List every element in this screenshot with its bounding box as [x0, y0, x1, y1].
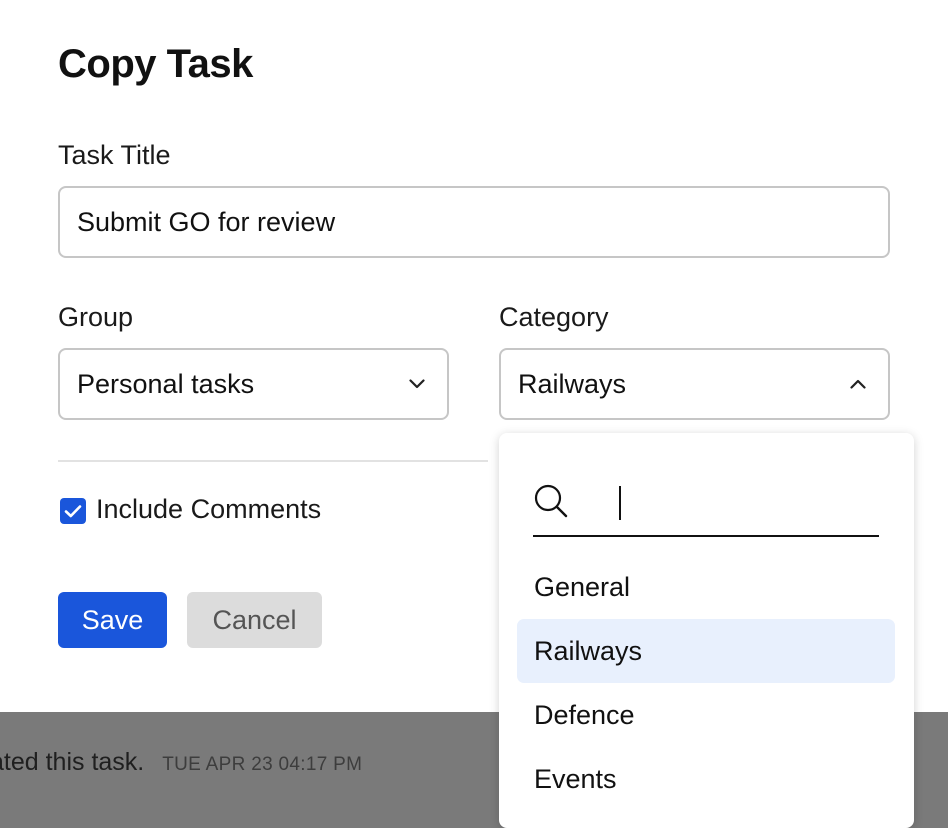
chevron-up-icon: [848, 374, 868, 394]
dropdown-item-defence[interactable]: Defence: [517, 683, 895, 747]
dropdown-item-railways[interactable]: Railways: [517, 619, 895, 683]
dropdown-item-events[interactable]: Events: [517, 747, 895, 811]
category-select[interactable]: Railways: [499, 348, 890, 420]
group-label: Group: [58, 302, 134, 332]
task-title-label: Task Title: [58, 140, 171, 170]
task-title-input[interactable]: Submit GO for review: [58, 186, 890, 258]
include-comments-label: Include Comments: [96, 494, 322, 524]
category-value: Railways: [518, 368, 627, 399]
dropdown-item-general[interactable]: General: [517, 555, 895, 619]
category-label: Category: [499, 302, 609, 332]
save-button[interactable]: Save: [58, 592, 167, 648]
activity-text: ated this task.: [0, 748, 145, 776]
checkmark-icon: [64, 505, 82, 518]
chevron-down-icon: [407, 374, 427, 394]
group-select[interactable]: Personal tasks: [58, 348, 449, 420]
dialog-title: Copy Task: [58, 42, 253, 86]
include-comments-checkbox[interactable]: [60, 498, 86, 524]
section-divider: [58, 460, 488, 462]
dropdown-item-label: Defence: [534, 699, 635, 730]
dropdown-item-label: Railways: [534, 635, 643, 666]
cancel-button[interactable]: Cancel: [187, 592, 322, 648]
group-value: Personal tasks: [77, 368, 255, 399]
dropdown-item-label: Events: [534, 763, 617, 794]
activity-timestamp: TUE APR 23 04:17 PM: [162, 754, 363, 775]
search-icon: [533, 483, 569, 519]
task-title-value: Submit GO for review: [77, 206, 336, 237]
category-search: [533, 479, 879, 537]
category-search-input[interactable]: [583, 479, 863, 523]
text-cursor: [619, 486, 621, 520]
category-dropdown: General Railways Defence Events: [499, 433, 914, 828]
dropdown-item-label: General: [534, 571, 631, 602]
